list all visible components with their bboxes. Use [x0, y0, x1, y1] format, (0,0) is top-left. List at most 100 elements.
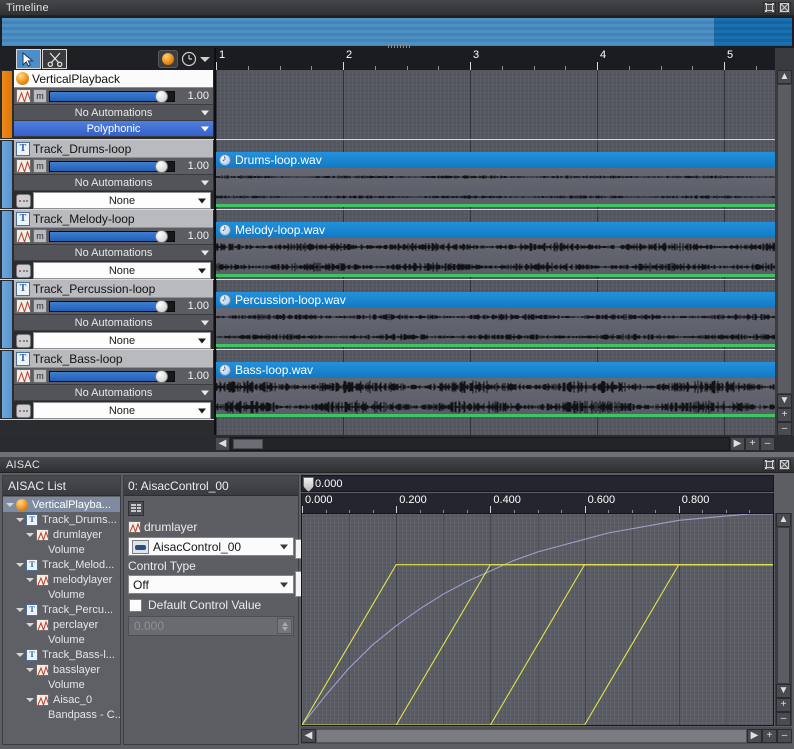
timeline-canvas[interactable]: Drums-loop.wav Melody-loop.wav Percussion-… [215, 70, 775, 435]
control-type-select[interactable]: Off [128, 575, 294, 594]
aisac-curve-icon[interactable] [16, 299, 31, 313]
graph-hzoom-out-button[interactable]: – [777, 728, 792, 743]
aisac-tree-item[interactable]: drumlayer [3, 527, 120, 542]
sphere-icon[interactable] [158, 50, 178, 68]
track-mode-select[interactable]: None [33, 262, 211, 279]
graph-hscroll-track[interactable] [316, 728, 747, 743]
track-mode-select[interactable]: None [33, 332, 211, 349]
aisac-tree[interactable]: VerticalPlayba... T Track_Drums... drumlaye… [3, 497, 120, 744]
timeline-vzoom-out-button[interactable]: – [777, 422, 792, 436]
graph-vzoom-out-button[interactable]: – [776, 712, 791, 726]
scroll-up-arrow-icon[interactable]: ▲ [777, 70, 792, 84]
audio-clip[interactable]: Bass-loop.wav [216, 362, 775, 417]
dots-icon[interactable] [16, 263, 31, 278]
chevron-down-icon[interactable] [15, 562, 24, 567]
audio-clip[interactable]: Melody-loop.wav [216, 222, 775, 277]
slider-knob[interactable] [155, 89, 169, 103]
aisac-value-handle[interactable] [303, 477, 314, 492]
overview-remaining-region[interactable] [714, 18, 792, 46]
automation-select[interactable]: No Automations [14, 105, 213, 121]
scroll-down-arrow-icon[interactable]: ▼ [777, 394, 792, 408]
chevron-down-icon[interactable] [25, 697, 34, 702]
arrow-tool[interactable] [16, 49, 41, 69]
mute-icon[interactable]: m [33, 159, 47, 173]
graph-hzoom-in-button[interactable]: + [762, 728, 777, 743]
graph-vscroll-track[interactable] [777, 527, 790, 684]
chevron-down-icon[interactable] [15, 607, 24, 612]
track-header[interactable]: T Track_Bass-loop m 1.00 No Automations None [0, 350, 214, 420]
aisac-tree-item[interactable]: T Track_Melod... [3, 557, 120, 572]
hscroll-track[interactable] [230, 437, 730, 451]
chevron-down-icon[interactable] [5, 502, 14, 507]
graph-vscrollbar[interactable]: ▲ ▼ + – [775, 513, 792, 726]
mute-icon[interactable]: m [33, 369, 47, 383]
aisac-tree-item[interactable]: Bandpass - C... [3, 707, 120, 722]
aisac-current-value-bar[interactable]: 0.000 [301, 475, 774, 492]
timeline-zoom-in-button[interactable]: + [745, 437, 760, 451]
slider-knob[interactable] [155, 159, 169, 173]
default-control-value-input[interactable]: 0.000 [128, 616, 294, 636]
aisac-tree-item[interactable]: perclayer [3, 617, 120, 632]
track-name-row[interactable]: T Track_Drums-loop [14, 140, 213, 158]
aisac-tree-item[interactable]: T Track_Bass-l... [3, 647, 120, 662]
aisac-tree-item[interactable]: basslayer [3, 662, 120, 677]
timeline-vzoom-in-button[interactable]: + [777, 408, 792, 422]
graph-hscrollbar[interactable]: ◀ ▶ + – [301, 727, 792, 744]
scroll-left-arrow-icon[interactable]: ◀ [215, 437, 230, 451]
aisac-tree-item[interactable]: VerticalPlayba... [3, 497, 120, 512]
grid-icon[interactable] [128, 500, 144, 516]
float-icon[interactable] [763, 458, 776, 471]
aisac-tree-item[interactable]: T Track_Drums... [3, 512, 120, 527]
chevron-down-icon[interactable] [25, 622, 34, 627]
volume-slider[interactable] [49, 89, 175, 103]
chevron-down-icon[interactable] [25, 577, 34, 582]
clip-header[interactable]: Melody-loop.wav [216, 222, 775, 238]
aisac-control-select[interactable]: AisacControl_00 [128, 537, 294, 556]
scroll-down-arrow-icon[interactable]: ▼ [776, 684, 791, 698]
aisac-tree-item[interactable]: Volume [3, 542, 120, 557]
aisac-curve-icon[interactable] [16, 89, 31, 103]
volume-slider[interactable] [49, 229, 175, 243]
slider-knob[interactable] [155, 229, 169, 243]
dots-icon[interactable] [16, 333, 31, 348]
default-control-value-row[interactable]: Default Control Value [124, 595, 298, 615]
dots-icon[interactable] [16, 193, 31, 208]
playback-mode-select[interactable]: Polyphonic [14, 121, 213, 137]
track-name-row[interactable]: T Track_Bass-loop [14, 350, 213, 368]
automation-select[interactable]: No Automations [14, 245, 213, 261]
clip-header[interactable]: Percussion-loop.wav [216, 292, 775, 308]
dots-icon[interactable] [16, 403, 31, 418]
automation-select[interactable]: No Automations [14, 315, 213, 331]
scroll-right-arrow-icon[interactable]: ▶ [747, 728, 762, 743]
audio-clip[interactable]: Drums-loop.wav [216, 152, 775, 207]
chevron-down-icon[interactable] [15, 517, 24, 522]
mute-icon[interactable]: m [33, 299, 47, 313]
track-header[interactable]: T Track_Melody-loop m 1.00 No Automations Non… [0, 210, 214, 280]
timeline-vscrollbar[interactable]: ▲ ▼ + – [775, 70, 794, 436]
quantity-stepper[interactable] [277, 618, 292, 634]
track-name-row[interactable]: T Track_Melody-loop [14, 210, 213, 228]
float-icon[interactable] [763, 1, 776, 14]
audio-clip[interactable]: Percussion-loop.wav [216, 292, 775, 347]
timeline-zoom-out-button[interactable]: – [760, 437, 775, 451]
close-icon[interactable] [778, 1, 791, 14]
vscroll-track[interactable] [777, 84, 792, 394]
scissors-tool[interactable] [42, 49, 67, 69]
chevron-down-icon[interactable] [25, 667, 34, 672]
volume-slider[interactable] [49, 299, 175, 313]
aisac-tree-item[interactable]: Volume [3, 677, 120, 692]
aisac-curve-icon[interactable] [16, 229, 31, 243]
scroll-right-arrow-icon[interactable]: ▶ [730, 437, 745, 451]
track-header[interactable]: VerticalPlayback m 1.00 No Automations Polyp… [0, 70, 214, 140]
timeline-ruler[interactable]: 1 2 3 4 5 [215, 48, 775, 70]
track-header[interactable]: T Track_Drums-loop m 1.00 No Automations None [0, 140, 214, 210]
hscroll-thumb[interactable] [233, 439, 263, 449]
track-header[interactable]: T Track_Percussion-loop m 1.00 No Automation… [0, 280, 214, 350]
overview-selected-region[interactable] [2, 18, 714, 46]
track-mode-select[interactable]: None [33, 402, 211, 419]
aisac-tree-item[interactable]: Aisac_0 [3, 692, 120, 707]
aisac-tree-item[interactable]: T Track_Percu... [3, 602, 120, 617]
aisac-curve-icon[interactable] [16, 369, 31, 383]
volume-slider[interactable] [49, 159, 175, 173]
volume-slider[interactable] [49, 369, 175, 383]
